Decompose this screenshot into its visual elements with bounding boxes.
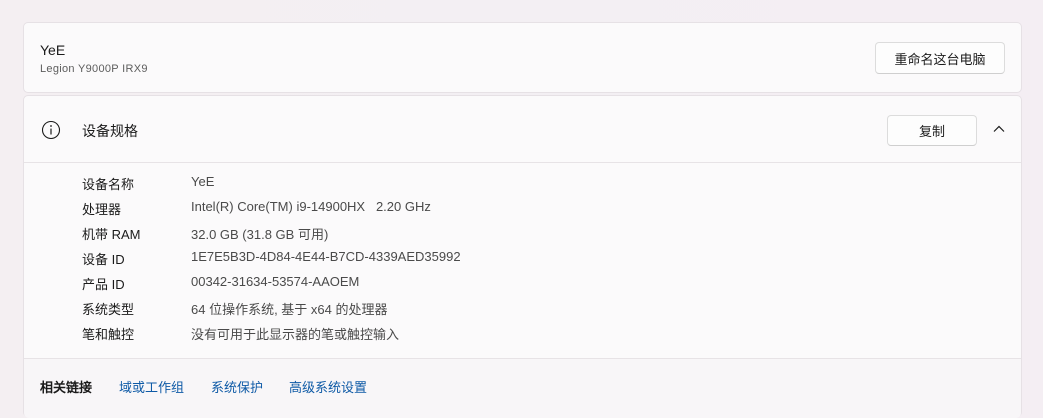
spec-value: 1E7E5B3D-4D84-4E44-B7CD-4339AED35992 [191, 249, 461, 264]
device-specs-card: 设备规格 复制 设备名称 YeE 处理器 Intel(R) Core(TM) i… [23, 95, 1022, 418]
spec-label: 产品 ID [82, 277, 125, 292]
related-links-title: 相关链接 [40, 380, 93, 395]
related-links-bar: 相关链接 域或工作组 系统保护 高级系统设置 [24, 358, 1021, 418]
spec-value: 00342-31634-53574-AAOEM [191, 274, 360, 289]
copy-button[interactable]: 复制 [887, 115, 977, 146]
spec-label: 设备 ID [82, 252, 125, 267]
spec-label: 机带 RAM [82, 227, 141, 242]
spec-label: 处理器 [82, 202, 122, 217]
spec-label: 系统类型 [82, 302, 135, 317]
link-system-protection[interactable]: 系统保护 [211, 377, 263, 396]
spec-value: 没有可用于此显示器的笔或触控输入 [191, 327, 400, 342]
spec-value: YeE [191, 174, 215, 189]
rename-pc-button[interactable]: 重命名这台电脑 [875, 42, 1005, 74]
device-name-card: YeE Legion Y9000P IRX9 重命名这台电脑 [23, 22, 1022, 93]
device-name: YeE [40, 42, 66, 58]
spec-value: Intel(R) Core(TM) i9-14900HX 2.20 GHz [191, 199, 431, 214]
spec-value: 32.0 GB (31.8 GB 可用) [191, 227, 329, 242]
spec-label: 设备名称 [82, 177, 135, 192]
device-model: Legion Y9000P IRX9 [40, 63, 148, 75]
spec-value: 64 位操作系统, 基于 x64 的处理器 [191, 302, 388, 317]
info-icon [41, 120, 61, 140]
link-domain-workgroup[interactable]: 域或工作组 [119, 377, 184, 396]
spec-label: 笔和触控 [82, 327, 135, 342]
specs-header[interactable]: 设备规格 复制 [24, 96, 1021, 163]
chevron-up-icon[interactable] [991, 121, 1007, 137]
link-advanced-system-settings[interactable]: 高级系统设置 [289, 377, 367, 396]
specs-title: 设备规格 [82, 123, 138, 139]
